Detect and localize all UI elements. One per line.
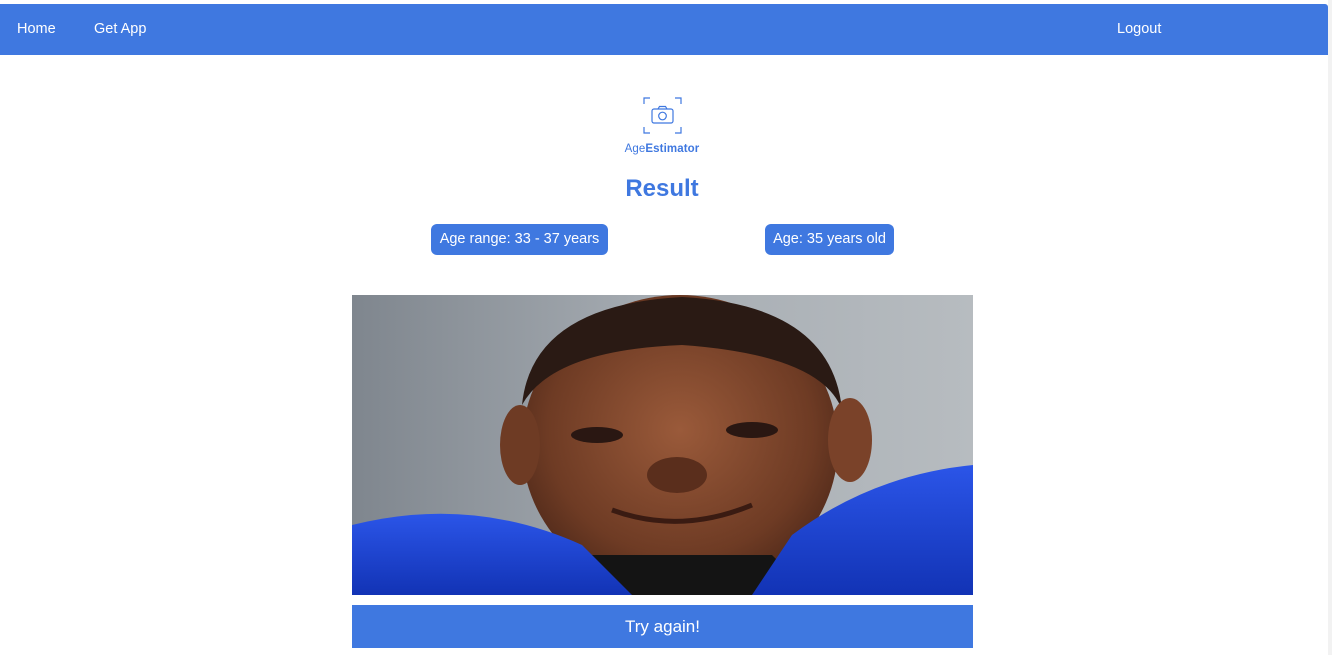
window-edge: [1328, 0, 1332, 655]
nav-logout-link[interactable]: Logout: [1117, 21, 1161, 38]
nav-get-app-link[interactable]: Get App: [94, 21, 146, 38]
brand-name-part2: Estimator: [645, 143, 700, 155]
age-range-badge: Age range: 33 - 37 years: [431, 224, 608, 255]
brand-name-part1: Age: [624, 143, 646, 155]
page-title: Result: [625, 175, 699, 202]
result-photo: [352, 295, 973, 595]
try-again-button[interactable]: Try again!: [352, 605, 973, 648]
brand-name: AgeEstimator: [562, 143, 762, 155]
page: Home Get App Logout AgeEstimator Result …: [0, 0, 1332, 655]
camera-focus-icon: [642, 96, 683, 135]
top-navbar: Home Get App Logout: [0, 4, 1328, 55]
nav-home-link[interactable]: Home: [17, 21, 56, 38]
age-badge: Age: 35 years old: [765, 224, 894, 255]
